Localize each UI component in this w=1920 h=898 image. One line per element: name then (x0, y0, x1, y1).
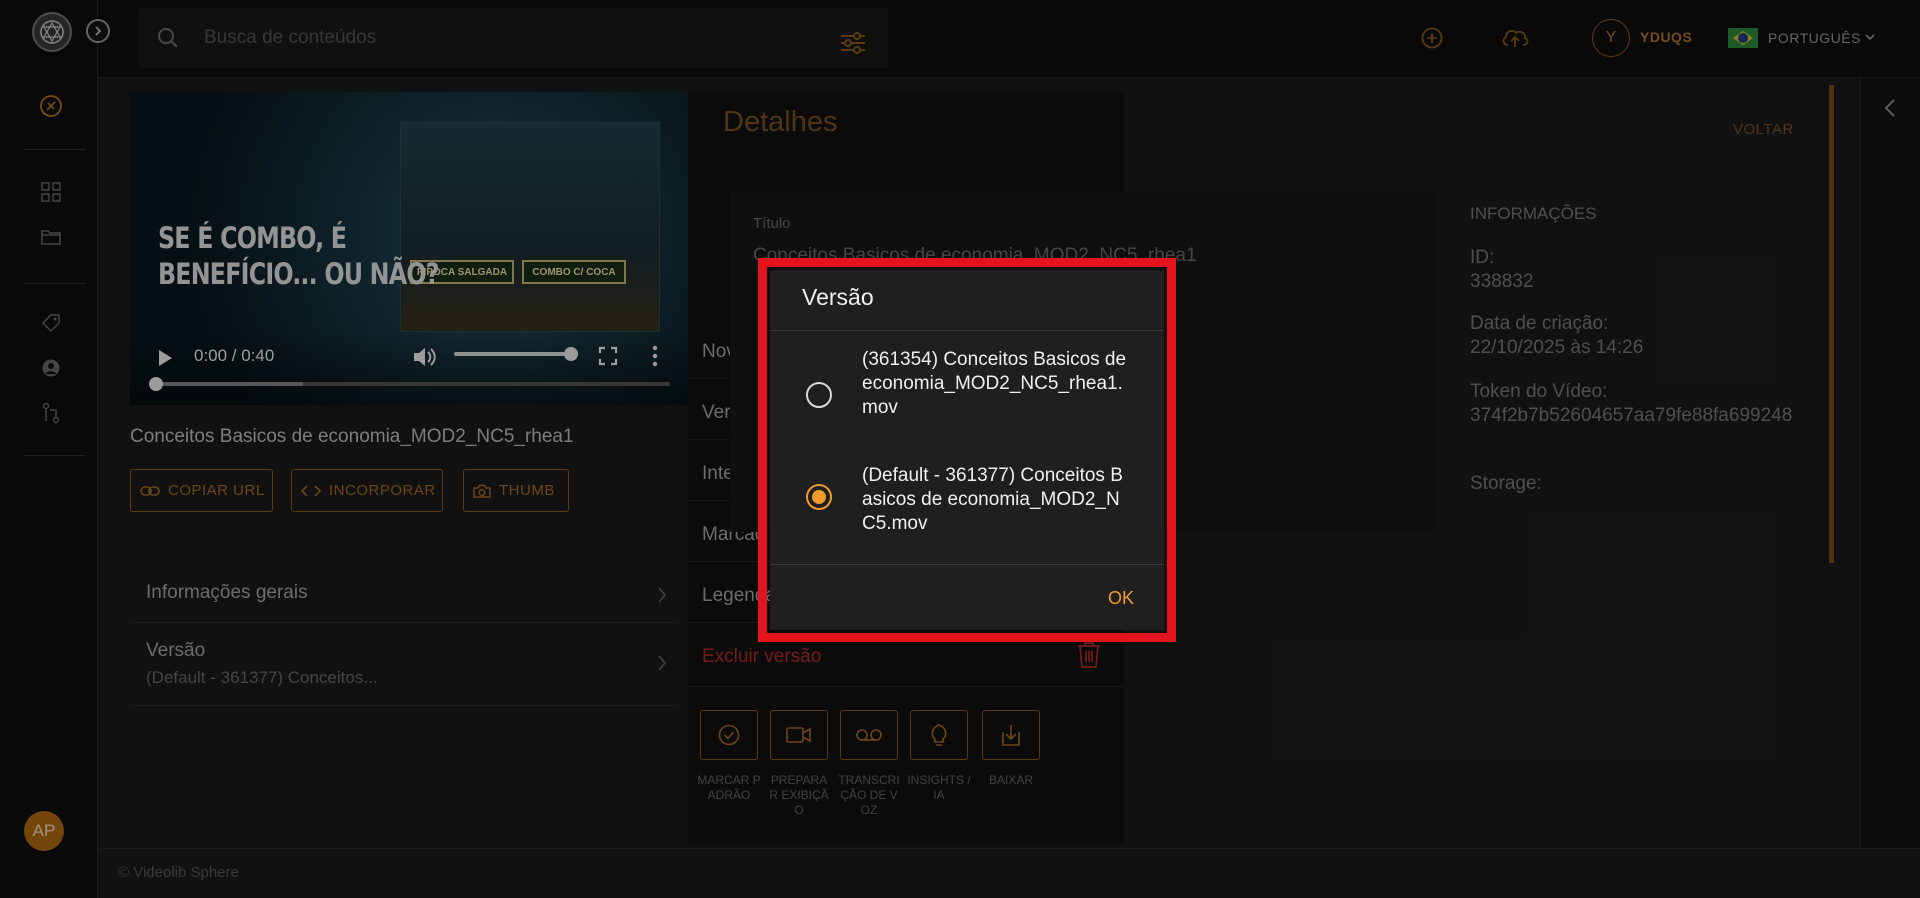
dialog-divider (770, 330, 1164, 331)
dialog-title: Versão (802, 284, 874, 310)
version-option-label: (Default - 361377) Conceitos Basicos de … (862, 465, 1123, 534)
version-dialog: Versão (361354) Conceitos Basicos de eco… (770, 270, 1164, 630)
dialog-divider (770, 564, 1164, 565)
ok-button[interactable]: OK (1108, 588, 1134, 609)
radio-button[interactable] (806, 382, 832, 408)
version-option-361354[interactable]: (361354) Conceitos Basicos de economia_M… (770, 348, 1164, 448)
version-option-361377[interactable]: (Default - 361377) Conceitos Basicos de … (770, 464, 1164, 540)
radio-button-selected[interactable] (806, 484, 832, 510)
version-option-label: (361354) Conceitos Basicos de economia_M… (862, 349, 1127, 418)
